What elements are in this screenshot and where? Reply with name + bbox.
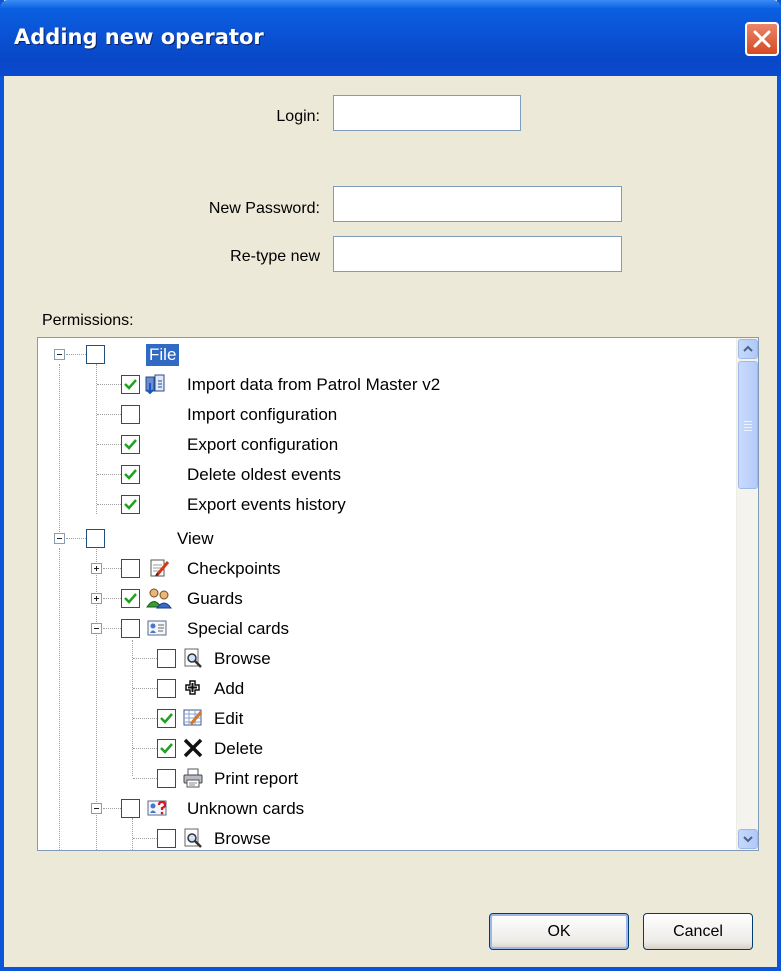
checkbox-checked[interactable] (121, 495, 140, 514)
checkbox-checked[interactable] (121, 589, 140, 608)
guards-icon (146, 588, 172, 609)
tree-node-label: Unknown cards (187, 799, 305, 818)
tree-node-import-patrol[interactable]: Import data from Patrol Master v2 (38, 370, 738, 400)
browse-icon (184, 648, 202, 668)
tree-node-delete[interactable]: Delete (38, 734, 738, 764)
browse-icon (184, 828, 202, 848)
tree-node-label: Browse (214, 829, 271, 848)
login-label: Login: (276, 108, 320, 125)
tree-node-label: File (146, 344, 180, 366)
unknown-cards-icon (147, 800, 167, 816)
delete-icon (183, 738, 203, 758)
checkbox[interactable] (121, 559, 140, 578)
checkbox-checked[interactable] (157, 739, 176, 758)
scroll-thumb[interactable] (738, 361, 758, 489)
ok-button[interactable]: OK (489, 913, 629, 950)
window-title: Adding new operator (14, 25, 264, 49)
tree-node-label: Checkpoints (187, 559, 281, 578)
tree-node-label: Edit (214, 709, 244, 728)
checkbox[interactable] (157, 679, 176, 698)
checkbox[interactable] (121, 799, 140, 818)
dialog-window: Adding new operator Login: New Password:… (0, 0, 781, 971)
title-bar[interactable]: Adding new operator (0, 0, 781, 76)
tree-node-checkpoints[interactable]: Checkpoints (38, 554, 738, 584)
checkpoints-icon (150, 559, 170, 577)
scroll-up-button[interactable] (738, 339, 758, 359)
collapse-icon[interactable] (91, 623, 102, 634)
checkbox-checked[interactable] (157, 709, 176, 728)
checkbox[interactable] (157, 829, 176, 848)
scroll-down-button[interactable] (738, 829, 758, 849)
tree-node-unknown-cards[interactable]: Unknown cards (38, 794, 738, 824)
new-password-input[interactable] (333, 186, 622, 222)
tree-node-label: Import configuration (187, 405, 338, 424)
tree-node-label: Guards (187, 589, 243, 608)
import-db-icon (145, 374, 165, 395)
tree-node-label: Export events history (187, 495, 346, 514)
checkbox[interactable] (157, 649, 176, 668)
login-input[interactable] (333, 95, 521, 131)
tree-node-browse-unknown[interactable]: Browse (38, 824, 738, 850)
checkbox[interactable] (157, 769, 176, 788)
tree-node-label: Special cards (187, 619, 290, 638)
checkbox[interactable] (86, 529, 105, 548)
tree-node-delete-oldest[interactable]: Delete oldest events (38, 460, 738, 490)
tree-node-view[interactable]: View (38, 524, 738, 554)
vertical-scrollbar[interactable] (736, 338, 758, 850)
permissions-tree[interactable]: File Import data from Patrol Master v2 I… (37, 337, 759, 851)
cancel-button[interactable]: Cancel (643, 913, 753, 950)
permissions-label: Permissions: (42, 312, 134, 329)
tree-node-label: Print report (214, 769, 299, 788)
expand-icon[interactable] (91, 593, 102, 604)
checkbox[interactable] (121, 619, 140, 638)
tree-node-label: Delete (214, 739, 264, 758)
chevron-down-icon (743, 836, 753, 843)
tree-node-add[interactable]: Add (38, 674, 738, 704)
tree-node-label: Import data from Patrol Master v2 (187, 375, 441, 394)
tree-node-export-history[interactable]: Export events history (38, 490, 738, 520)
collapse-icon[interactable] (54, 533, 65, 544)
expand-icon[interactable] (91, 563, 102, 574)
collapse-icon[interactable] (91, 803, 102, 814)
tree-node-label: Export configuration (187, 435, 339, 454)
retype-password-label: Re-type new (230, 248, 320, 265)
tree-node-special-cards[interactable]: Special cards (38, 614, 738, 644)
edit-icon (183, 709, 203, 726)
tree-node-file[interactable]: File (38, 340, 738, 370)
tree-node-export-config[interactable]: Export configuration (38, 430, 738, 460)
checkbox[interactable] (121, 405, 140, 424)
tree-node-label: Browse (214, 649, 271, 668)
tree-node-edit[interactable]: Edit (38, 704, 738, 734)
chevron-up-icon (743, 345, 753, 352)
retype-password-input[interactable] (333, 236, 622, 272)
tree-node-label: Delete oldest events (187, 465, 342, 484)
collapse-icon[interactable] (54, 349, 65, 360)
tree-node-print-report[interactable]: Print report (38, 764, 738, 794)
close-button[interactable] (745, 22, 779, 56)
add-icon (185, 680, 200, 695)
close-icon (753, 30, 771, 48)
checkbox[interactable] (86, 345, 105, 364)
tree-node-label: Add (214, 679, 245, 698)
checkbox-checked[interactable] (121, 375, 140, 394)
checkbox-checked[interactable] (121, 465, 140, 484)
tree-node-import-config[interactable]: Import configuration (38, 400, 738, 430)
tree-node-browse[interactable]: Browse (38, 644, 738, 674)
print-icon (183, 768, 203, 788)
tree-node-label: View (177, 529, 214, 548)
tree-node-guards[interactable]: Guards (38, 584, 738, 614)
new-password-label: New Password: (208, 200, 320, 217)
special-cards-icon (147, 620, 167, 636)
checkbox-checked[interactable] (121, 435, 140, 454)
